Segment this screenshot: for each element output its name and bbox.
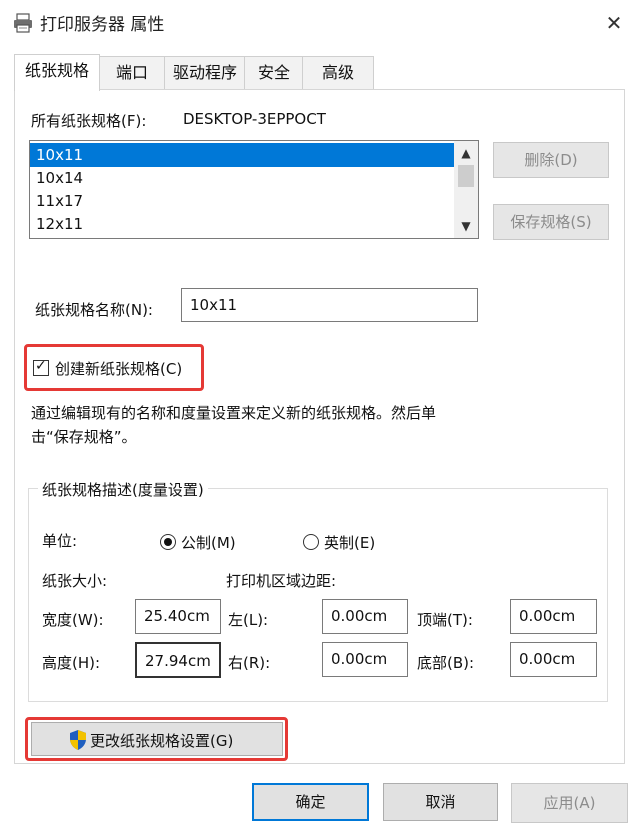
- radio-selected-dot: [164, 538, 172, 546]
- description-line-2: 击“保存规格”。: [31, 428, 137, 446]
- right-margin-label: 右(R):: [228, 654, 271, 672]
- bottom-margin-label: 底部(B):: [417, 654, 475, 672]
- uac-shield-icon: [70, 730, 86, 750]
- metric-radio[interactable]: [160, 534, 176, 550]
- window-title: 打印服务器 属性: [40, 15, 165, 35]
- tab-advanced[interactable]: 高级: [302, 56, 374, 89]
- printer-icon: [14, 13, 32, 33]
- delete-button[interactable]: 删除(D): [493, 142, 609, 178]
- right-margin-input[interactable]: 0.00cm: [322, 642, 408, 677]
- width-label: 宽度(W):: [42, 611, 104, 629]
- forms-listbox[interactable]: 10x11 10x14 11x17 12x11 ▲ ▼: [29, 140, 479, 239]
- form-name-label: 纸张规格名称(N):: [35, 301, 153, 319]
- save-form-button[interactable]: 保存规格(S): [493, 204, 609, 240]
- printer-margins-label: 打印机区域边距:: [226, 572, 337, 590]
- tab-forms[interactable]: 纸张规格: [14, 54, 100, 91]
- left-margin-label: 左(L):: [228, 611, 269, 629]
- width-input[interactable]: 25.40cm: [135, 599, 221, 634]
- scroll-up-arrow-icon[interactable]: ▲: [454, 142, 478, 164]
- listbox-scrollbar[interactable]: ▲ ▼: [454, 141, 478, 238]
- height-label: 高度(H):: [42, 654, 101, 672]
- measurements-title: 纸张规格描述(度量设置): [38, 479, 208, 500]
- ok-button[interactable]: 确定: [252, 783, 369, 821]
- scroll-thumb[interactable]: [458, 165, 474, 187]
- units-label: 单位:: [42, 532, 78, 550]
- title-bar: 打印服务器 属性 ✕: [0, 0, 640, 48]
- list-item[interactable]: 10x11: [30, 143, 459, 167]
- top-margin-label: 顶端(T):: [417, 611, 473, 629]
- tab-drivers[interactable]: 驱动程序: [164, 56, 246, 89]
- paper-size-label: 纸张大小:: [42, 572, 108, 590]
- form-name-input[interactable]: 10x11: [181, 288, 478, 322]
- list-item[interactable]: 10x14: [30, 166, 459, 190]
- list-item[interactable]: 12x11: [30, 212, 459, 236]
- create-new-label[interactable]: 创建新纸张规格(C): [55, 358, 182, 379]
- tab-security[interactable]: 安全: [244, 56, 304, 89]
- scroll-down-arrow-icon[interactable]: ▼: [454, 215, 478, 237]
- checkmark-icon: ✓: [35, 358, 47, 374]
- change-settings-label: 更改纸张规格设置(G): [90, 732, 234, 750]
- close-button[interactable]: ✕: [598, 8, 630, 38]
- tab-ports[interactable]: 端口: [98, 56, 166, 89]
- english-radio[interactable]: [303, 534, 319, 550]
- all-forms-label: 所有纸张规格(F):: [31, 112, 147, 130]
- change-settings-button[interactable]: 更改纸张规格设置(G): [31, 722, 283, 756]
- english-label[interactable]: 英制(E): [324, 532, 375, 553]
- description-line-1: 通过编辑现有的名称和度量设置来定义新的纸张规格。然后单: [31, 404, 437, 422]
- apply-button[interactable]: 应用(A): [511, 783, 628, 823]
- height-input[interactable]: 27.94cm: [135, 642, 221, 678]
- metric-label[interactable]: 公制(M): [181, 532, 236, 553]
- create-new-checkbox[interactable]: ✓: [33, 358, 49, 376]
- list-item[interactable]: 11x17: [30, 189, 459, 213]
- left-margin-input[interactable]: 0.00cm: [322, 599, 408, 634]
- bottom-margin-input[interactable]: 0.00cm: [510, 642, 597, 677]
- top-margin-input[interactable]: 0.00cm: [510, 599, 597, 634]
- cancel-button[interactable]: 取消: [383, 783, 498, 821]
- server-name: DESKTOP-3EPPOCT: [183, 110, 326, 128]
